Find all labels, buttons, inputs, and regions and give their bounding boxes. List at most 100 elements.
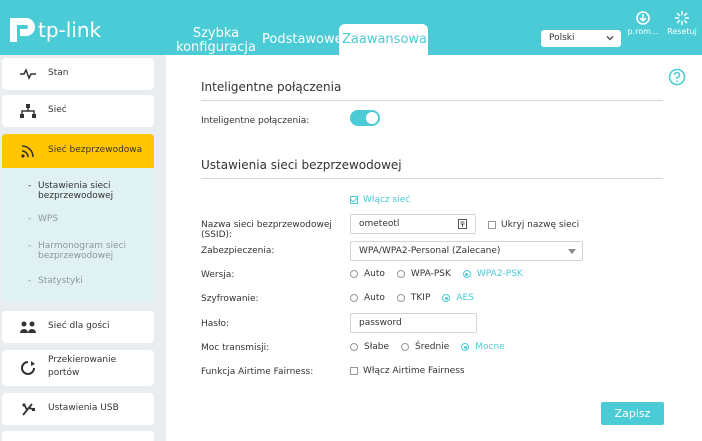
guests-icon xyxy=(20,321,36,333)
radio-label: Mocne xyxy=(475,342,505,352)
sidebar-item-label: Sieć bezprzewodowa xyxy=(48,145,143,155)
sidebar-item-status[interactable]: Stan xyxy=(2,58,154,90)
submenu-item-statistics[interactable]: - Statystyki xyxy=(28,276,83,286)
tab-quick-setup[interactable]: Szybka konfiguracja xyxy=(176,27,256,55)
encryption-radio-group: Auto TKIP AES xyxy=(350,293,486,303)
submenu-item-wireless-schedule[interactable]: - Harmonogram sieci bezprzewodowej xyxy=(28,241,154,261)
dropdown-arrow-icon xyxy=(568,249,576,254)
divider xyxy=(201,178,663,179)
hide-ssid-checkbox[interactable]: Ukryj nazwę sieci xyxy=(488,220,579,230)
version-radio-wpa2-psk[interactable]: WPA2-PSK xyxy=(462,269,523,279)
radio-label: Auto xyxy=(364,293,385,303)
firmware-update-button[interactable]: p.rom... xyxy=(626,10,660,36)
version-radio-group: Auto WPA-PSK WPA2-PSK xyxy=(350,269,535,279)
keyboard-icon xyxy=(458,219,467,229)
tp-link-logo-mark xyxy=(10,18,35,42)
sidebar-item-wireless[interactable]: Sieć bezprzewodowa xyxy=(2,134,154,168)
tx-power-radio-high[interactable]: Mocne xyxy=(461,342,505,352)
wireless-settings-title: Ustawienia sieci bezprzewodowej xyxy=(201,158,402,172)
sidebar-item-label: Przekierowanie portów xyxy=(48,355,117,378)
wifi-icon xyxy=(21,145,34,158)
submenu-label: Harmonogram sieci bezprzewodowej xyxy=(38,241,127,261)
pulse-icon xyxy=(20,68,36,80)
radio-label: WPA2-PSK xyxy=(476,269,523,279)
radio-circle xyxy=(350,270,358,278)
password-value: password xyxy=(359,318,402,328)
tx-power-label: Moc transmisji: xyxy=(201,343,270,353)
firmware-update-label: p.rom... xyxy=(627,27,659,36)
security-label: Zabezpieczenia: xyxy=(201,246,275,256)
password-label: Hasło: xyxy=(201,319,230,329)
checkbox-box xyxy=(488,221,496,229)
ssid-input[interactable]: ometeotl xyxy=(350,214,476,234)
language-select[interactable]: Polski xyxy=(541,30,621,47)
tab-basic[interactable]: Podstawowe xyxy=(262,33,343,47)
brand-name: tp-link xyxy=(38,18,102,42)
password-input[interactable]: password xyxy=(350,313,477,333)
usb-icon xyxy=(22,403,35,416)
security-value: WPA/WPA2-Personal (Zalecane) xyxy=(359,246,501,256)
radio-label: Średnie xyxy=(415,342,450,352)
sidebar-item-label: Stan xyxy=(48,68,69,78)
version-label: Wersja: xyxy=(201,270,235,280)
top-header: tp-link Szybka konfiguracja Podstawowe Z… xyxy=(0,0,702,55)
ssid-value: ometeotl xyxy=(359,219,400,229)
version-radio-auto[interactable]: Auto xyxy=(350,269,385,279)
sidebar-item-label: Sieć xyxy=(48,105,67,115)
enable-wireless-checkbox[interactable]: Włącz sieć xyxy=(350,195,410,205)
encryption-radio-aes[interactable]: AES xyxy=(442,293,474,303)
sidebar-item-partial[interactable] xyxy=(2,431,154,441)
wireless-submenu: - Ustawienia sieci bezprzewodowej - WPS -H… xyxy=(2,168,154,303)
version-radio-wpa-psk[interactable]: WPA-PSK xyxy=(396,269,451,279)
network-icon xyxy=(20,104,36,118)
save-button[interactable]: Zapisz xyxy=(601,402,664,425)
checkbox-box xyxy=(350,196,358,204)
radio-circle xyxy=(462,270,471,278)
sidebar-item-label: Sieć dla gości xyxy=(48,321,110,331)
loading-spinner-icon xyxy=(674,10,690,26)
radio-label: WPA-PSK xyxy=(410,269,451,279)
update-icon xyxy=(636,11,650,25)
smart-connect-toggle[interactable] xyxy=(350,110,380,126)
smart-connect-title: Inteligentne połączenia xyxy=(201,80,342,94)
encryption-radio-tkip[interactable]: TKIP xyxy=(396,293,431,303)
reset-label: Resetuj xyxy=(667,27,697,36)
radio-circle xyxy=(396,294,405,302)
main-panel: Inteligentne połączenia Inteligentne poł… xyxy=(166,55,702,441)
submenu-item-wireless-settings[interactable]: - Ustawienia sieci bezprzewodowej xyxy=(28,181,154,201)
help-icon[interactable] xyxy=(668,68,686,86)
divider xyxy=(201,100,663,101)
radio-label: AES xyxy=(456,293,474,303)
submenu-item-wps[interactable]: - WPS xyxy=(28,214,59,224)
airtime-fairness-check-label: Włącz Airtime Fairness xyxy=(363,366,465,376)
sidebar: Stan Sieć Sieć bezprzewodowa - Ustawienia… xyxy=(0,55,160,441)
radio-label: TKIP xyxy=(410,293,431,303)
radio-circle xyxy=(401,343,410,351)
encryption-radio-auto[interactable]: Auto xyxy=(350,293,385,303)
radio-label: Auto xyxy=(364,269,385,279)
sidebar-item-usb[interactable]: Ustawienia USB xyxy=(2,393,154,425)
reset-button[interactable]: Resetuj xyxy=(665,10,699,36)
tx-power-radio-low[interactable]: Słabe xyxy=(350,342,389,352)
radio-circle xyxy=(350,294,358,302)
ssid-label: Nazwa sieci bezprzewodowej (SSID): xyxy=(201,220,332,240)
radio-circle xyxy=(442,294,451,302)
tx-power-radio-medium[interactable]: Średnie xyxy=(401,342,449,352)
chevron-down-icon xyxy=(606,35,614,41)
security-select[interactable]: WPA/WPA2-Personal (Zalecane) xyxy=(350,241,583,261)
smart-connect-label: Inteligentne połączenia: xyxy=(201,116,310,126)
submenu-label: Ustawienia sieci bezprzewodowej xyxy=(38,181,114,201)
hide-ssid-label: Ukryj nazwę sieci xyxy=(501,220,580,230)
airtime-fairness-checkbox[interactable]: Włącz Airtime Fairness xyxy=(350,366,465,376)
airtime-fairness-label: Funkcja Airtime Fairness: xyxy=(201,367,314,377)
checkbox-box xyxy=(350,367,358,375)
port-forward-icon xyxy=(21,361,35,375)
radio-circle xyxy=(461,343,470,351)
radio-label: Słabe xyxy=(364,342,390,352)
sidebar-item-port-forwarding[interactable]: Przekierowanie portów xyxy=(2,350,154,386)
tab-advanced[interactable]: Zaawansowane xyxy=(339,24,443,55)
submenu-label: WPS xyxy=(38,214,59,224)
sidebar-item-guest-network[interactable]: Sieć dla gości xyxy=(2,311,154,343)
language-value: Polski xyxy=(549,33,575,43)
sidebar-item-network[interactable]: Sieć xyxy=(2,95,154,127)
